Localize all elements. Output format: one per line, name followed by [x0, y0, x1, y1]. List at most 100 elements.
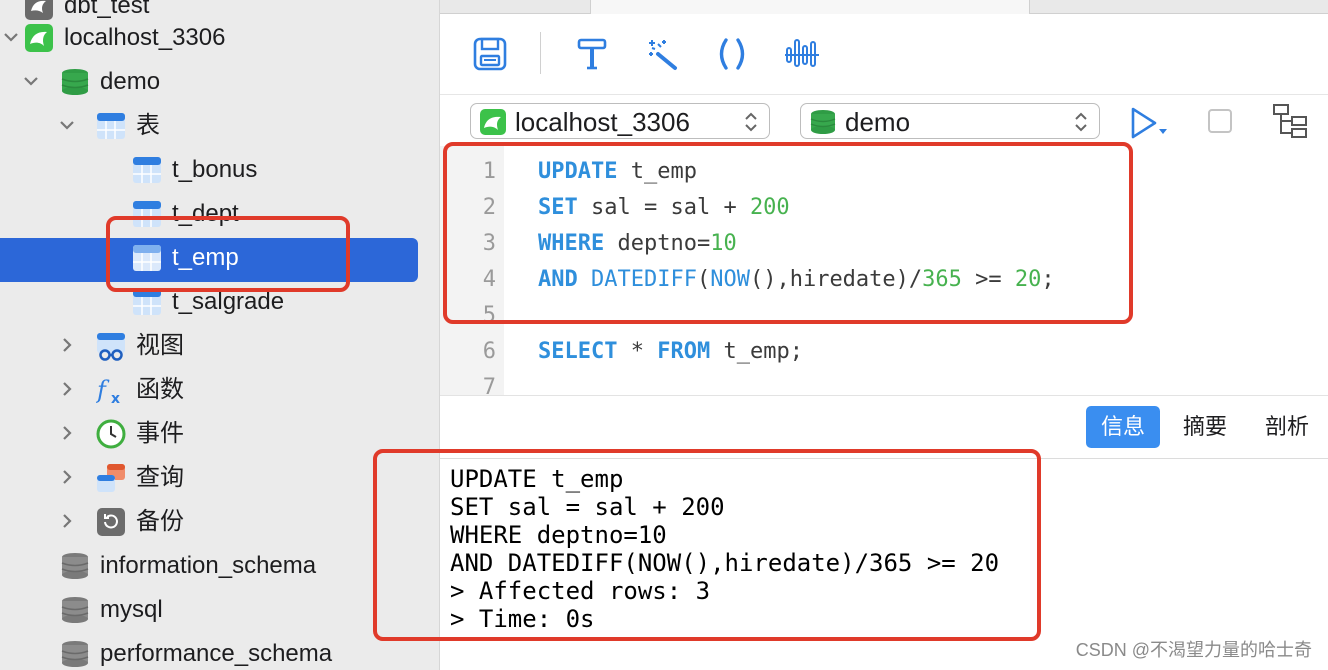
tree-item-database[interactable]: information_schema [0, 544, 439, 588]
tree-item-table[interactable]: t_dept [0, 192, 439, 236]
line-number: 6 [482, 339, 496, 364]
tree-item-label: 视图 [136, 332, 184, 359]
sql-keyword: WHERE [538, 231, 605, 256]
table-icon [133, 245, 161, 271]
line-number: 5 [482, 303, 496, 328]
tree-item-label: t_salgrade [172, 288, 285, 315]
code-text: UPDATE t_emp [538, 154, 697, 190]
beautify-wand-icon[interactable] [642, 34, 682, 74]
line-number: 7 [482, 375, 496, 396]
chevron-down-icon[interactable] [0, 26, 22, 48]
tables-icon [97, 113, 125, 139]
line-number: 3 [482, 231, 496, 256]
sql-keyword: FROM [657, 339, 711, 364]
mysql-connection-icon [480, 109, 506, 135]
tree-item-table[interactable]: t_bonus [0, 148, 439, 192]
watermark: CSDN @不渴望力量的哈士奇 [1075, 640, 1312, 660]
tree-item-backups-group[interactable]: 备份 [0, 500, 439, 544]
sql-number: 200 [749, 195, 790, 220]
query-tab-active[interactable] [590, 0, 1030, 14]
chevron-right-icon[interactable] [56, 422, 78, 444]
output-line: > Affected rows: 3 [450, 577, 711, 605]
tree-item-views-group[interactable]: 视图 [0, 324, 439, 368]
chevron-down-icon[interactable] [20, 70, 42, 92]
result-tab-bar: 信息 摘要 剖析 [440, 396, 1328, 458]
tree-item-label: 备份 [136, 508, 184, 535]
tree-item-label: demo [100, 68, 161, 95]
editor-toolbar [440, 14, 1328, 94]
sql-function: DATEDIFF [591, 267, 697, 292]
code-text: AND DATEDIFF(NOW(),hiredate)/365 >= 20; [538, 262, 1055, 298]
sql-editor[interactable]: 1 UPDATE t_emp 2 SET sal = sal + 200 3 WHERE … [440, 146, 1328, 396]
chevron-down-icon[interactable] [56, 114, 78, 136]
database-icon [61, 641, 89, 667]
tree-item-label: 表 [136, 112, 160, 139]
mysql-connection-icon [25, 24, 53, 52]
tab-info[interactable]: 信息 [1086, 406, 1160, 448]
database-select-value: demo [845, 107, 911, 137]
sql-keyword: UPDATE [538, 159, 618, 184]
tree-item-database[interactable]: demo [0, 60, 439, 104]
sql-text: ( [696, 267, 711, 292]
tree-item-label: information_schema [100, 552, 317, 579]
tree-item-functions-group[interactable]: f x 函数 [0, 368, 439, 412]
brackets-icon[interactable] [712, 34, 752, 74]
code-text: WHERE deptno=10 [538, 226, 737, 262]
database-icon [61, 69, 89, 95]
chevron-updown-icon [1075, 112, 1087, 132]
tree-item-database[interactable]: performance_schema [0, 632, 439, 670]
tree-item-label: 事件 [136, 420, 184, 447]
explain-tree-icon[interactable] [1272, 103, 1308, 139]
chevron-right-icon[interactable] [56, 510, 78, 532]
table-icon [133, 289, 161, 315]
sql-number: 20 [1014, 267, 1042, 292]
tree-item-label: t_bonus [172, 156, 258, 183]
tree-item-tables-group[interactable]: 表 [0, 104, 439, 148]
database-icon [61, 597, 89, 623]
database-select[interactable]: demo [800, 103, 1100, 139]
output-line: WHERE deptno=10 [450, 521, 667, 549]
sql-text: sal = sal + [577, 195, 750, 220]
chevron-right-icon[interactable] [56, 466, 78, 488]
save-icon[interactable] [470, 34, 510, 74]
sql-text: ; [1041, 267, 1055, 292]
line-number: 2 [482, 195, 496, 220]
format-icon[interactable] [572, 34, 612, 74]
tree-item-table[interactable]: t_salgrade [0, 280, 439, 324]
toolbar-separator [540, 32, 541, 74]
sql-keyword: SELECT [538, 339, 618, 364]
tree-item-database[interactable]: mysql [0, 588, 439, 632]
database-icon [61, 553, 89, 579]
explain-icon[interactable] [782, 34, 822, 74]
connection-bar: localhost_3306 demo [440, 94, 1328, 146]
tab-summary[interactable]: 摘要 [1168, 406, 1242, 448]
run-icon[interactable] [1128, 105, 1170, 141]
query-icon [97, 464, 125, 492]
tab-strip [440, 0, 1328, 14]
tree-item-queries-group[interactable]: 查询 [0, 456, 439, 500]
tree-item-label: 查询 [136, 464, 184, 491]
line-number: 4 [482, 267, 496, 292]
tree-item-label: t_emp [172, 244, 239, 271]
tree-item-label: t_dept [172, 200, 239, 227]
function-icon: f x [96, 376, 120, 405]
code-text: SELECT * FROM t_emp; [538, 334, 803, 370]
connection-select[interactable]: localhost_3306 [470, 103, 770, 139]
chevron-right-icon[interactable] [56, 334, 78, 356]
table-icon [133, 157, 161, 183]
tree-item-events-group[interactable]: 事件 [0, 412, 439, 456]
tree-item-label: localhost_3306 [64, 24, 226, 51]
sql-text: >= [961, 267, 1015, 292]
tree-item-connection[interactable]: localhost_3306 [0, 16, 439, 60]
svg-text:f: f [96, 376, 110, 404]
tab-profile[interactable]: 剖析 [1250, 406, 1324, 448]
output-line: > Time: 0s [450, 605, 595, 633]
sql-text: t_emp [617, 159, 697, 184]
tree-item-table-selected[interactable]: t_emp [0, 236, 439, 280]
sql-number: 10 [710, 231, 737, 256]
stop-icon[interactable] [1207, 108, 1233, 134]
connection-select-value: localhost_3306 [515, 107, 690, 137]
output-line: SET sal = sal + 200 [450, 493, 725, 521]
chevron-right-icon[interactable] [56, 378, 78, 400]
